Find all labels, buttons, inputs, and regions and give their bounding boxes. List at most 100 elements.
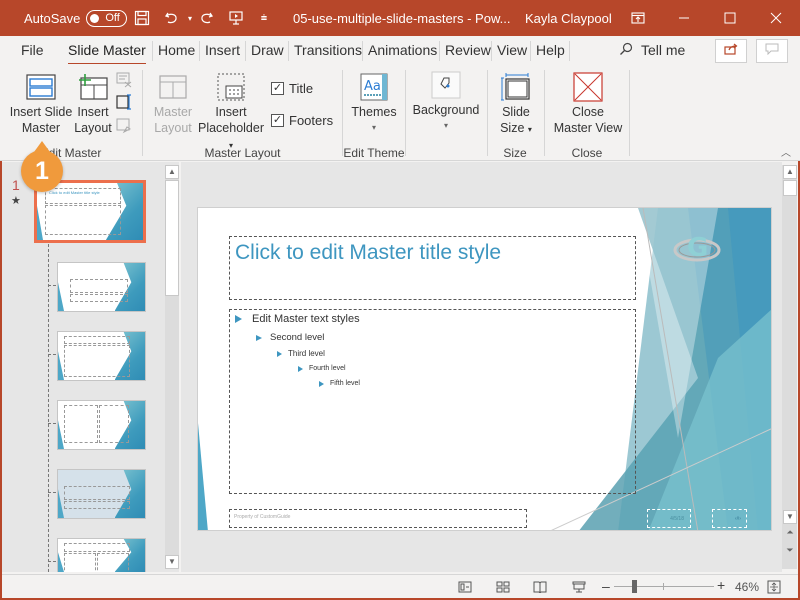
tab-help[interactable]: Help [530, 41, 565, 61]
group-label-size: Size [503, 146, 527, 160]
insert-slide-master-button[interactable]: Insert Slide Master [8, 70, 74, 136]
scroll-up-button[interactable]: ▲ [165, 165, 179, 179]
slide-size-button[interactable]: Slide Size ▾ [494, 70, 538, 138]
delete-icon [116, 72, 132, 91]
layout-thumbnail[interactable] [57, 262, 146, 312]
tab-file[interactable]: File [21, 41, 44, 61]
group-label-master-layout: Master Layout [204, 146, 281, 160]
present-icon[interactable] [226, 8, 246, 28]
group-label-close: Close [571, 146, 603, 160]
layout-thumbnail[interactable] [57, 538, 146, 572]
group-separator [405, 70, 406, 156]
bullet-level-3[interactable]: Third level [277, 349, 325, 358]
previous-slide-icon[interactable]: ⏶ [783, 527, 797, 538]
themes-button[interactable]: Aa Themes ▾ [350, 70, 398, 136]
reading-view-icon[interactable] [532, 580, 548, 594]
master-layout-button[interactable]: Master Layout [152, 70, 194, 136]
insert-layout-label-2: Layout [74, 121, 112, 135]
share-button[interactable] [715, 39, 747, 63]
zoom-in-button[interactable]: + [717, 577, 725, 593]
zoom-slider-thumb[interactable] [631, 580, 637, 593]
rename-button[interactable] [115, 94, 133, 112]
scroll-down-button[interactable]: ▼ [783, 510, 797, 524]
layout-connector [48, 244, 49, 572]
thumbnail-scrollbar[interactable]: ▲ ▼ [165, 165, 179, 569]
slide-title[interactable]: Click to edit Master title style [235, 241, 501, 265]
insert-layout-icon [74, 70, 112, 104]
tab-draw[interactable]: Draw [245, 41, 284, 61]
footers-checkbox[interactable]: ✓ Footers [271, 113, 333, 128]
bullet-arrow-icon [277, 350, 282, 357]
svg-text:G: G [687, 233, 708, 263]
user-name[interactable]: Kayla Claypool [525, 0, 612, 36]
title-bar: AutoSave Off ▾ ⩧ 05-use-multiple-slide-m… [0, 0, 800, 36]
close-master-view-button[interactable]: Close Master View [552, 70, 624, 136]
slide-size-label-2-wrap: Size ▾ [494, 120, 538, 138]
undo-icon[interactable] [162, 8, 182, 28]
normal-view-icon[interactable] [457, 580, 473, 594]
editor-scrollbar[interactable]: ▲ ▼ ⏶ ⏷ [783, 165, 797, 569]
date-placeholder[interactable]: 4/5/18 [647, 509, 691, 528]
insert-slide-master-label-1: Insert Slide [9, 105, 73, 119]
scroll-up-button[interactable]: ▲ [783, 165, 797, 179]
bullet-level-4[interactable]: Fourth level [298, 365, 346, 372]
content-placeholder[interactable]: Edit Master text styles Second level Thi… [229, 309, 636, 494]
background-button[interactable]: Background ▾ [410, 68, 482, 134]
close-icon[interactable] [766, 8, 786, 28]
save-icon[interactable] [132, 8, 152, 28]
tab-animations[interactable]: Animations [362, 41, 437, 61]
layout-thumbnail[interactable] [57, 469, 146, 519]
svg-text:Aa: Aa [364, 79, 381, 94]
fit-to-window-icon[interactable] [766, 580, 782, 594]
footer-placeholder[interactable]: Property of CustomGuide [229, 509, 527, 528]
autosave[interactable]: AutoSave Off [24, 0, 127, 36]
bullet-level-5[interactable]: Fifth level [319, 380, 360, 387]
tab-separator [569, 41, 570, 61]
tell-me[interactable]: Tell me [619, 41, 685, 61]
tab-transitions[interactable]: Transitions [288, 41, 362, 61]
scrollbar-thumb[interactable] [165, 180, 179, 296]
title-checkbox[interactable]: ✓ Title [271, 81, 313, 96]
zoom-out-button[interactable]: – [602, 578, 610, 594]
tell-me-label: Tell me [641, 42, 686, 58]
bullet-level-2[interactable]: Second level [256, 332, 324, 343]
slide-sorter-icon[interactable] [495, 580, 511, 594]
group-separator [544, 70, 545, 156]
maximize-icon[interactable] [720, 8, 740, 28]
ribbon: Insert Slide Master Insert Layout Edit M… [0, 64, 800, 161]
level-2-text: Second level [270, 332, 325, 343]
slide-show-icon[interactable] [571, 580, 587, 594]
title-checkbox-label: Title [289, 81, 314, 96]
insert-placeholder-button[interactable]: Insert Placeholder ▾ [195, 70, 267, 154]
scroll-down-button[interactable]: ▼ [165, 555, 179, 569]
bullet-level-1[interactable]: Edit Master text styles [235, 313, 360, 325]
autosave-toggle[interactable]: Off [86, 9, 127, 27]
delete-slide-button[interactable] [115, 72, 133, 90]
redo-icon[interactable] [196, 8, 216, 28]
themes-icon: Aa [350, 70, 398, 104]
scrollbar-thumb[interactable] [783, 180, 797, 196]
page-number-placeholder[interactable]: ‹#› [712, 509, 747, 528]
tab-home[interactable]: Home [152, 41, 195, 61]
tab-insert[interactable]: Insert [199, 41, 240, 61]
next-slide-icon[interactable]: ⏷ [783, 545, 797, 556]
zoom-level[interactable]: 46% [735, 580, 759, 594]
ribbon-display-icon[interactable] [628, 8, 648, 28]
layout-thumbnail[interactable] [57, 331, 146, 381]
customize-qat-icon[interactable]: ⩧ [254, 8, 274, 28]
slide-canvas[interactable]: G Click to edit Master title style Edit … [197, 207, 772, 531]
collapse-ribbon-button[interactable]: ︿ [779, 146, 793, 162]
insert-layout-button[interactable]: Insert Layout [74, 70, 112, 136]
tab-slide-master[interactable]: Slide Master [68, 41, 146, 66]
star-icon: ★ [11, 195, 21, 207]
tab-review[interactable]: Review [439, 41, 491, 61]
title-placeholder[interactable]: Click to edit Master title style [229, 236, 636, 300]
tab-view[interactable]: View [491, 41, 527, 61]
connector-tick [48, 561, 56, 562]
zoom-slider[interactable] [614, 580, 714, 593]
preserve-button[interactable] [115, 118, 133, 136]
layout-thumbnail[interactable] [57, 400, 146, 450]
comments-button[interactable] [756, 39, 788, 63]
slide-size-label-2: Size [500, 121, 525, 135]
minimize-icon[interactable] [674, 8, 694, 28]
